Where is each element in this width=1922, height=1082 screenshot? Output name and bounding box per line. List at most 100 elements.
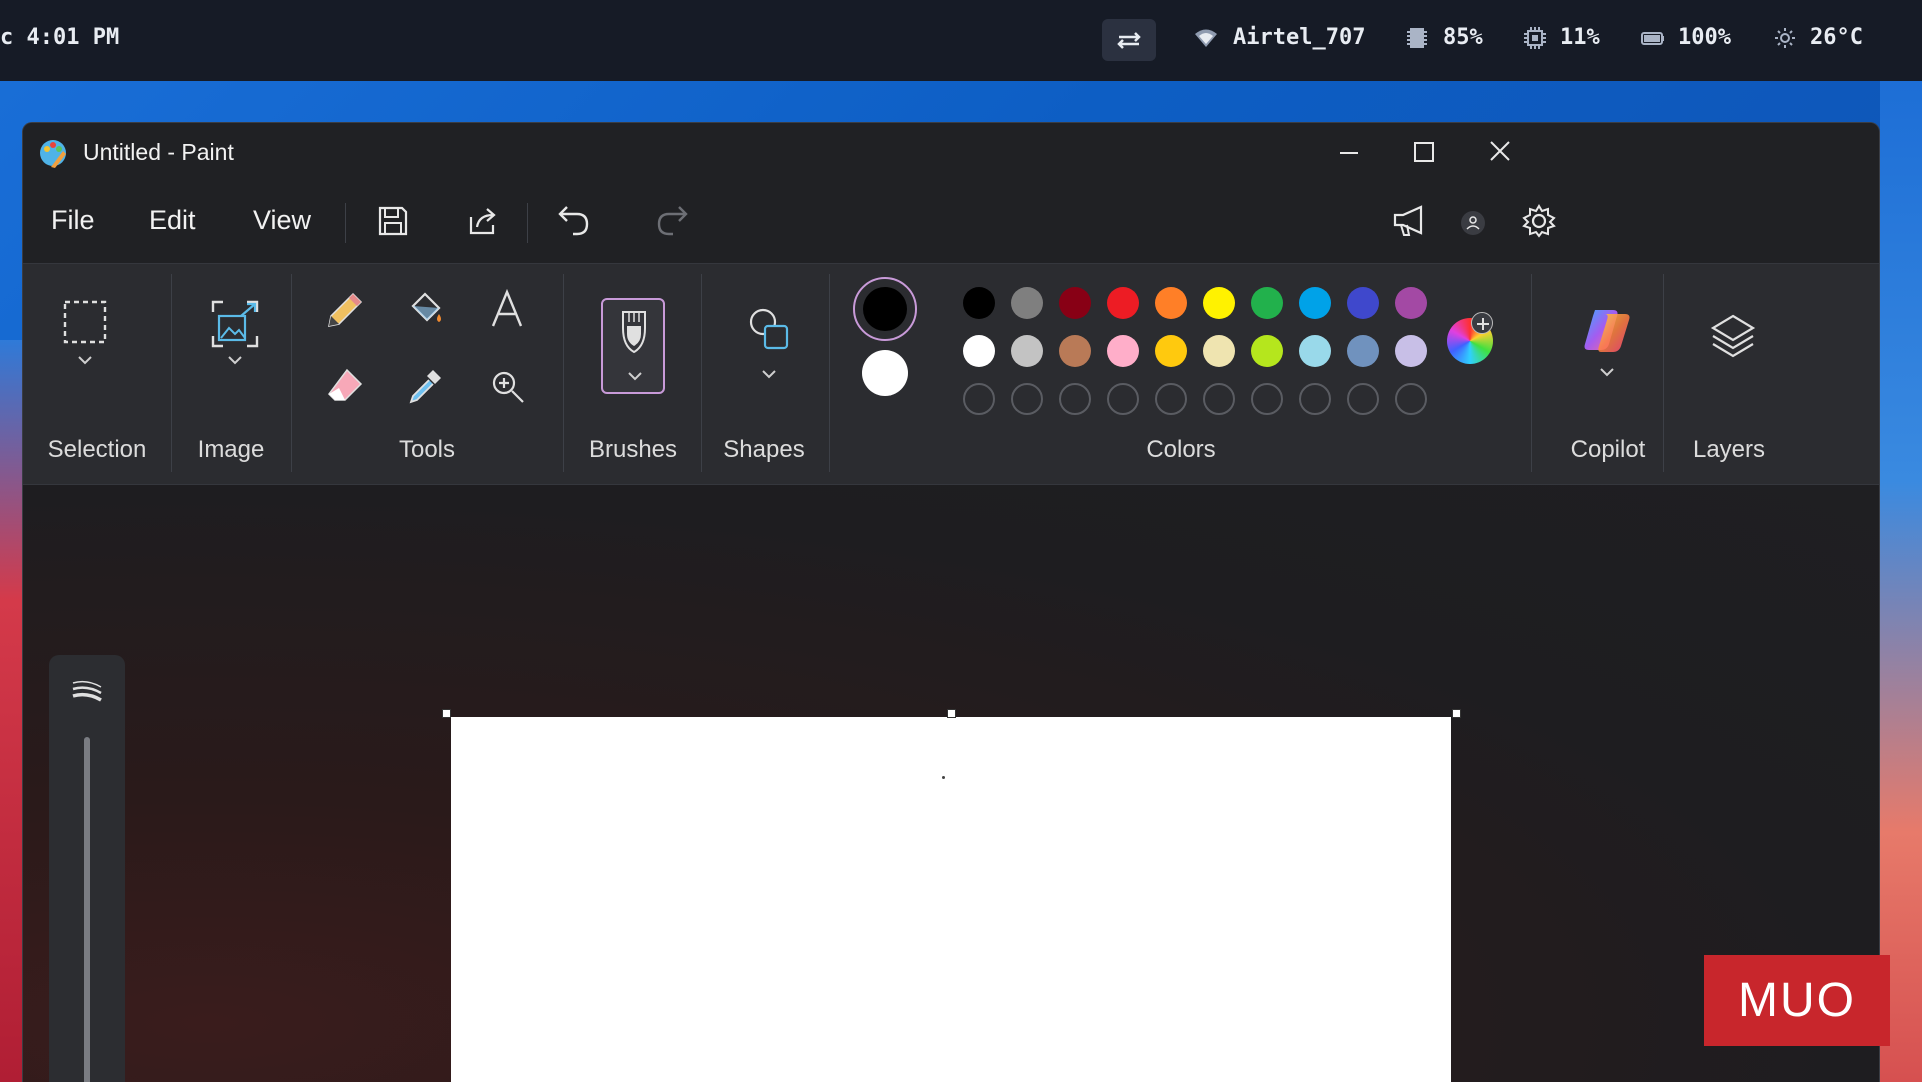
custom-color-slot[interactable]: [1107, 383, 1139, 415]
color-swatch[interactable]: [963, 335, 995, 367]
menu-file[interactable]: File: [51, 205, 95, 236]
minimize-icon: [1340, 152, 1358, 154]
megaphone-icon[interactable]: [1391, 203, 1429, 239]
custom-color-slot[interactable]: [1395, 383, 1427, 415]
temperature: 26°C: [1810, 25, 1863, 50]
color-swatch[interactable]: [1251, 335, 1283, 367]
brush-size-slider[interactable]: [84, 737, 90, 1082]
menu-edit[interactable]: Edit: [149, 205, 196, 236]
menu-view[interactable]: View: [253, 205, 311, 236]
layers-icon[interactable]: [1707, 310, 1759, 362]
chevron-down-icon: [628, 372, 642, 381]
color-swatch[interactable]: [1347, 287, 1379, 319]
selection-tool[interactable]: [39, 284, 159, 384]
group-label-layers: Layers: [1692, 436, 1766, 463]
undo-icon[interactable]: [555, 201, 593, 239]
group-label-tools: Tools: [398, 436, 456, 463]
redo-icon[interactable]: [653, 201, 691, 239]
color-swatch[interactable]: [1395, 287, 1427, 319]
muo-watermark: MUO: [1704, 955, 1890, 1046]
custom-color-slot[interactable]: [1155, 383, 1187, 415]
chevron-down-icon: [228, 356, 242, 365]
share-icon[interactable]: [465, 203, 501, 239]
color-swatch[interactable]: [1203, 335, 1235, 367]
stroke-size-icon: [72, 680, 102, 702]
color-swatch[interactable]: [1011, 287, 1043, 319]
custom-color-slot[interactable]: [1059, 383, 1091, 415]
ribbon-toolbar: Selection Image Tools Brushes Shapes Col…: [23, 263, 1879, 485]
pencil-icon[interactable]: [325, 290, 365, 330]
wallpaper-right: [1880, 81, 1922, 1082]
custom-color-slot[interactable]: [1299, 383, 1331, 415]
wifi-name: Airtel_707: [1233, 25, 1366, 50]
color-swatch[interactable]: [1299, 335, 1331, 367]
resize-handle-top-right[interactable]: [1452, 709, 1461, 718]
maximize-icon: [1414, 142, 1434, 162]
group-label-copilot: Copilot: [1570, 436, 1646, 463]
secondary-color-button[interactable]: [862, 350, 908, 396]
group-label-brushes: Brushes: [588, 436, 678, 463]
color-swatch[interactable]: [963, 287, 995, 319]
copilot-icon: [1584, 310, 1630, 352]
save-icon[interactable]: [375, 203, 411, 239]
color-swatch[interactable]: [1251, 287, 1283, 319]
copilot-button[interactable]: [1553, 294, 1663, 394]
color-swatch[interactable]: [1107, 287, 1139, 319]
group-label-colors: Colors: [1146, 436, 1216, 463]
custom-color-slot[interactable]: [1203, 383, 1235, 415]
brush-icon: [622, 311, 646, 354]
paint-window: Untitled - Paint File Edit View Selectio…: [22, 122, 1880, 1082]
resize-handle-top[interactable]: [947, 709, 956, 718]
taskbar-status: c 4:01 PM Airtel_707 85% 11% 100% 26°C: [0, 0, 1922, 81]
magnifier-icon[interactable]: [489, 368, 527, 406]
color-swatch[interactable]: [1203, 287, 1235, 319]
minimize-button[interactable]: [1313, 123, 1383, 181]
canvas-workspace: [23, 485, 1879, 1082]
color-swatch[interactable]: [1107, 335, 1139, 367]
image-tool[interactable]: [183, 284, 293, 384]
battery-level: 100%: [1678, 25, 1731, 50]
brushes-button[interactable]: [601, 298, 665, 394]
brush-size-panel: [49, 655, 125, 1082]
custom-color-slot[interactable]: [1251, 383, 1283, 415]
window-title: Untitled - Paint: [83, 139, 234, 165]
ribbon-divider: [1531, 274, 1532, 472]
chevron-down-icon: [762, 370, 776, 379]
text-icon[interactable]: [487, 288, 527, 330]
color-swatch[interactable]: [1059, 335, 1091, 367]
account-button[interactable]: [1461, 211, 1485, 235]
gear-icon[interactable]: [1521, 203, 1557, 239]
custom-color-slot[interactable]: [1011, 383, 1043, 415]
color-swatch[interactable]: [1347, 335, 1379, 367]
color-swatch[interactable]: [1155, 287, 1187, 319]
color-swatch[interactable]: [1011, 335, 1043, 367]
custom-color-slot[interactable]: [963, 383, 995, 415]
close-button[interactable]: [1463, 123, 1537, 181]
color-swatch[interactable]: [1395, 335, 1427, 367]
memory-icon: [1407, 28, 1427, 48]
swap-icon: [1117, 32, 1141, 49]
battery-icon: [1641, 32, 1664, 45]
memory-usage: 85%: [1443, 25, 1483, 50]
fill-bucket-icon[interactable]: [405, 290, 445, 330]
color-swatch[interactable]: [1155, 335, 1187, 367]
maximize-button[interactable]: [1387, 123, 1457, 181]
ribbon-divider: [563, 274, 564, 472]
eraser-icon[interactable]: [325, 366, 365, 406]
shapes-icon: [749, 308, 789, 350]
clock: c 4:01 PM: [0, 25, 120, 50]
selection-rect-icon: [63, 300, 107, 344]
primary-color-button[interactable]: [853, 277, 917, 341]
color-picker-icon[interactable]: [405, 366, 445, 406]
resize-handle-top-left[interactable]: [442, 709, 451, 718]
color-swatch[interactable]: [1059, 287, 1091, 319]
shapes-button[interactable]: [713, 284, 823, 394]
group-label-selection: Selection: [47, 436, 147, 463]
edit-colors-button[interactable]: [1443, 312, 1497, 368]
wifi-icon: [1195, 29, 1217, 47]
color-swatch[interactable]: [1299, 287, 1331, 319]
drawing-canvas[interactable]: [451, 717, 1451, 1082]
swap-button[interactable]: [1102, 19, 1156, 61]
close-icon: [1490, 141, 1510, 161]
custom-color-slot[interactable]: [1347, 383, 1379, 415]
